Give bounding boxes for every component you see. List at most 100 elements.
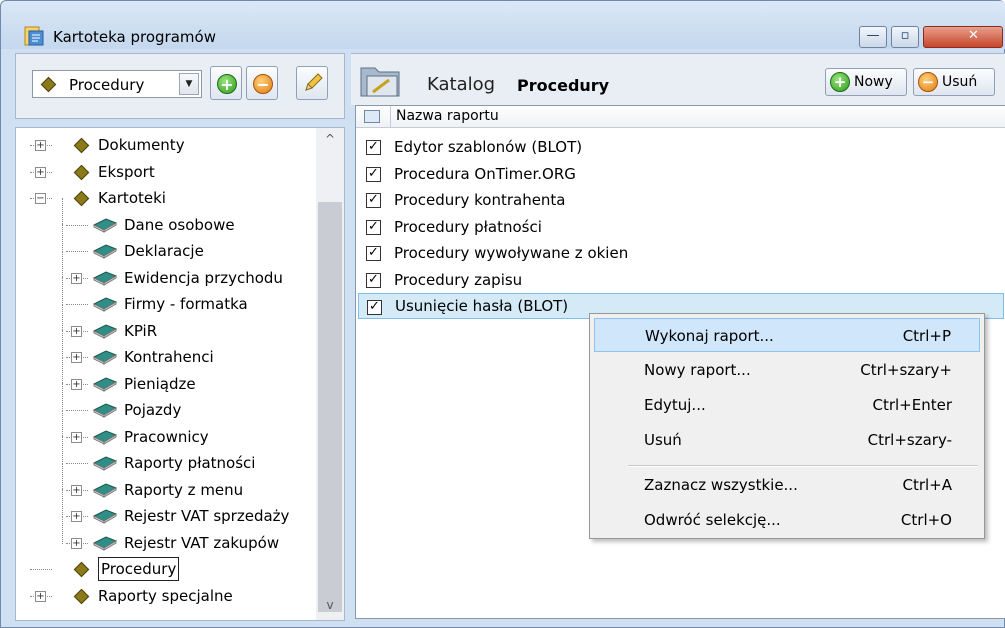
checkbox[interactable]: ✓	[366, 193, 381, 208]
minus-icon: −	[253, 74, 273, 94]
tree-connector	[62, 250, 63, 279]
tree-connector	[62, 197, 63, 226]
chevron-down-icon[interactable]: ▼	[179, 73, 199, 95]
book-icon	[92, 244, 118, 259]
tree-item[interactable]: + Ewidencja przychodu	[16, 250, 316, 291]
expand-icon[interactable]: +	[71, 352, 82, 363]
checkbox[interactable]: ✓	[366, 246, 381, 261]
menu-item-shortcut: Ctrl+P	[902, 327, 951, 345]
tree-item-label: KPiR	[124, 321, 158, 340]
category-combobox[interactable]: Procedury ▼	[32, 70, 202, 98]
tree-item-label: Ewidencja przychodu	[124, 268, 283, 287]
tree-item-label: Kartoteki	[98, 189, 166, 207]
checkbox[interactable]: ✓	[366, 219, 381, 235]
expand-icon[interactable]: +	[71, 272, 82, 284]
tree-item-label: Procedury	[98, 557, 180, 581]
expand-icon[interactable]: +	[71, 484, 82, 496]
tree-connector	[66, 463, 88, 464]
list-item[interactable]: ✓ Procedura OnTimer.ORG	[358, 161, 1004, 187]
menu-item[interactable]: Edytuj... Ctrl+Enter	[594, 388, 980, 422]
tree-item[interactable]: Raporty płatności	[16, 436, 316, 476]
tree-item[interactable]: + Eksport	[16, 159, 316, 185]
tree-item[interactable]: + Kontrahenci	[16, 330, 316, 370]
tree-item[interactable]: + Dokumenty	[16, 132, 316, 158]
category-tree[interactable]: ^ v + Dokumenty + Eksport − Kartoteki Dane oso…	[15, 127, 345, 621]
tree-connector	[30, 569, 52, 570]
tree-item[interactable]: Pojazdy	[16, 383, 316, 423]
minus-icon: −	[918, 72, 938, 92]
menu-item-label: Nowy raport...	[644, 361, 751, 379]
plus-icon: +	[217, 74, 237, 94]
tree-item[interactable]: + Raporty specjalne	[16, 583, 316, 609]
add-category-button[interactable]: +	[210, 66, 242, 100]
diamond-icon	[73, 190, 90, 207]
tree-scrollbar[interactable]: ^ v	[316, 128, 344, 620]
expand-icon[interactable]: +	[71, 378, 82, 390]
list-item[interactable]: ✓ Procedury wywoływane z okien	[358, 240, 1004, 266]
tree-connector	[66, 304, 88, 305]
diamond-icon	[73, 561, 90, 578]
close-button[interactable]: ✕	[923, 26, 1003, 48]
tree-connector	[62, 277, 63, 305]
title-bar[interactable]: Kartoteka programów — ▫ ✕	[1, 1, 1005, 49]
tree-item-label: Raporty z menu	[124, 480, 244, 499]
folder-icon	[360, 67, 400, 97]
catalog-label: Katalog	[427, 74, 496, 95]
edit-category-button[interactable]	[296, 66, 328, 100]
catalog-value: Procedury	[517, 76, 610, 95]
remove-category-button[interactable]: −	[246, 66, 278, 100]
menu-item[interactable]: Zaznacz wszystkie... Ctrl+A	[594, 468, 980, 502]
tree-item-label: Pieniądze	[124, 374, 196, 393]
list-item[interactable]: ✓ Procedury kontrahenta	[358, 187, 1004, 213]
minimize-button[interactable]: —	[859, 26, 887, 48]
book-icon	[92, 270, 118, 286]
expand-icon[interactable]: +	[71, 537, 82, 549]
tree-item[interactable]: Deklaracje	[16, 224, 316, 264]
tree-item[interactable]: Dane osobowe	[16, 197, 316, 238]
list-item-label: Usunięcie hasła (BLOT)	[395, 297, 569, 315]
tree-item[interactable]: Firmy - formatka	[16, 277, 316, 317]
expand-icon[interactable]: +	[35, 590, 46, 602]
tree-connector	[62, 409, 63, 438]
delete-report-button[interactable]: − Usuń	[913, 68, 995, 96]
tree-item[interactable]: + Pracownicy	[16, 409, 316, 450]
delete-button-label: Usuń	[942, 74, 978, 90]
book-icon	[92, 403, 118, 418]
select-all-checkbox[interactable]	[364, 110, 380, 123]
checkbox[interactable]: ✓	[367, 300, 382, 315]
book-icon	[92, 429, 118, 445]
checkbox[interactable]: ✓	[366, 166, 381, 182]
tree-item[interactable]: + Raporty z menu	[16, 462, 316, 503]
maximize-button[interactable]: ▫	[891, 26, 919, 48]
expand-icon[interactable]: +	[71, 431, 82, 443]
checkbox[interactable]: ✓	[366, 140, 381, 155]
new-report-button[interactable]: + Nowy	[825, 68, 907, 96]
scroll-thumb[interactable]	[318, 202, 342, 612]
checkbox[interactable]: ✓	[366, 272, 381, 288]
menu-item[interactable]: Wykonaj raport... Ctrl+P	[594, 318, 980, 352]
list-item[interactable]: ✓ Procedury zapisu	[358, 267, 1004, 293]
column-header[interactable]: Nazwa raportu	[356, 106, 1005, 128]
expand-icon[interactable]: +	[35, 140, 46, 151]
expand-icon[interactable]: +	[71, 511, 82, 522]
scroll-up-icon[interactable]: ^	[316, 132, 344, 150]
tree-item[interactable]: + Rejestr VAT zakupów	[16, 515, 316, 556]
list-item[interactable]: ✓ Edytor szablonów (BLOT)	[358, 134, 1004, 160]
tree-item[interactable]: Procedury	[16, 556, 316, 582]
tree-connector	[62, 515, 63, 544]
tree-item[interactable]: + Rejestr VAT sprzedaży	[16, 489, 316, 529]
expand-icon[interactable]: +	[71, 325, 82, 337]
list-item[interactable]: ✓ Procedury płatności	[358, 214, 1004, 240]
menu-item-label: Edytuj...	[644, 396, 706, 414]
tree-connector	[66, 251, 88, 252]
menu-item[interactable]: Nowy raport... Ctrl+szary+	[594, 353, 980, 387]
menu-item[interactable]: Odwróć selekcję... Ctrl+O	[594, 503, 980, 537]
tree-item[interactable]: − Kartoteki	[16, 185, 316, 211]
scroll-down-icon[interactable]: v	[316, 598, 344, 616]
menu-item[interactable]: Usuń Ctrl+szary-	[594, 423, 980, 457]
collapse-icon[interactable]: −	[35, 193, 46, 204]
tree-item[interactable]: + Pieniądze	[16, 356, 316, 397]
tree-item[interactable]: + KPiR	[16, 303, 316, 344]
expand-icon[interactable]: +	[35, 166, 46, 178]
diamond-icon	[73, 588, 90, 604]
